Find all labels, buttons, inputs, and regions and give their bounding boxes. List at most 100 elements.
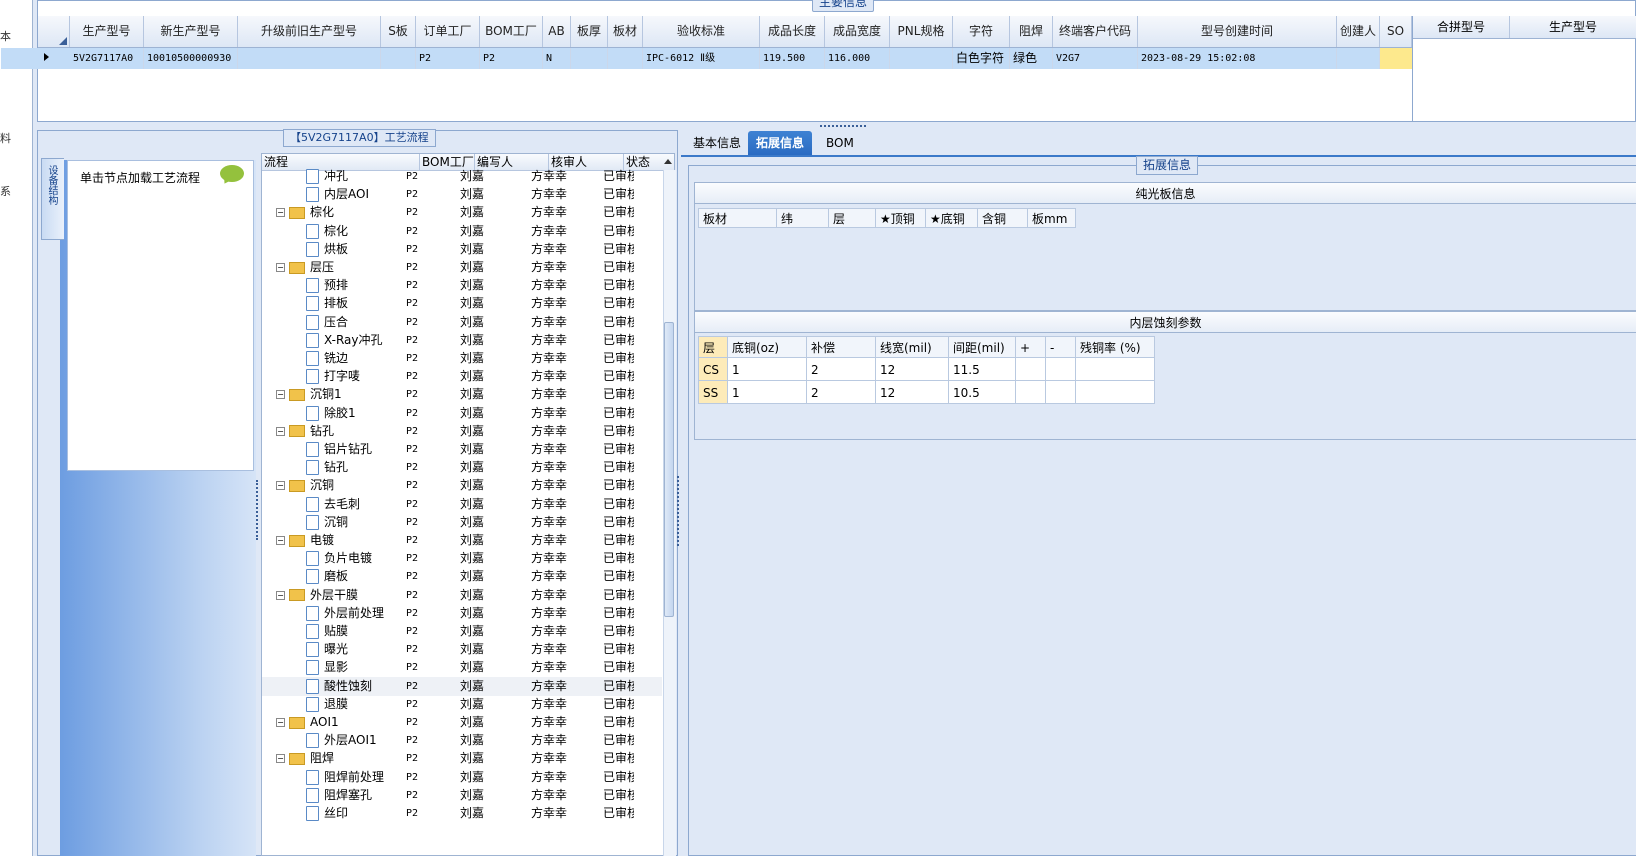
tree-process-cell[interactable]: 曝光 <box>306 640 348 659</box>
tree-folder-row[interactable]: − AOI1 P2 刘嘉 方幸幸 已审核 <box>262 713 662 732</box>
tree-node-row[interactable]: 阻焊前处理 P2 刘嘉 方幸幸 已审核 <box>262 768 662 787</box>
tree-process-cell[interactable]: 外层前处理 <box>306 604 384 623</box>
tree-node-row[interactable]: 显影 P2 刘嘉 方幸幸 已审核 <box>262 658 662 677</box>
tree-node-row[interactable]: 铝片钻孔 P2 刘嘉 方幸幸 已审核 <box>262 440 662 459</box>
tree-folder-row[interactable]: − 阻焊 P2 刘嘉 方幸幸 已审核 <box>262 749 662 768</box>
cell-order-factory[interactable]: P2 <box>416 48 480 69</box>
col-finished-width[interactable]: 成品宽度 <box>825 16 890 47</box>
tree-process-cell[interactable]: − 阻焊 <box>276 749 334 768</box>
tree-folder-row[interactable]: − 外层干膜 P2 刘嘉 方幸幸 已审核 <box>262 586 662 605</box>
tree-node-row[interactable]: 磨板 P2 刘嘉 方幸幸 已审核 <box>262 567 662 586</box>
tree-node-row[interactable]: 冲孔 P2 刘嘉 方幸幸 已审核 <box>262 167 662 186</box>
etch-cell[interactable]: 12 <box>875 357 949 381</box>
cell-new-production-model[interactable]: 10010500000930 <box>144 48 238 69</box>
col-thickness[interactable]: 板厚 <box>571 16 608 47</box>
tree-node-row[interactable]: 退膜 P2 刘嘉 方幸幸 已审核 <box>262 695 662 714</box>
bare-board-col[interactable]: 含铜 <box>977 208 1028 228</box>
collapse-icon[interactable]: − <box>276 390 285 400</box>
col-production-model[interactable]: 生产型号 <box>70 16 144 47</box>
tree-node-row[interactable]: 去毛刺 P2 刘嘉 方幸幸 已审核 <box>262 495 662 514</box>
left-strip-char-3[interactable]: 系 <box>0 183 11 199</box>
etch-col[interactable]: 底铜(oz) <box>727 336 807 358</box>
tree-process-cell[interactable]: 预排 <box>306 276 348 295</box>
etch-cell[interactable]: CS <box>698 357 728 381</box>
col-bom-factory[interactable]: BOM工厂 <box>480 16 543 47</box>
tab-extended-info[interactable]: 拓展信息 <box>748 131 813 155</box>
tree-process-cell[interactable]: 除胶1 <box>306 404 356 423</box>
tree-process-cell[interactable]: 阻焊前处理 <box>306 768 384 787</box>
collapse-icon[interactable]: − <box>276 536 285 545</box>
cell-finished-length[interactable]: 119.500 <box>760 48 825 69</box>
tree-node-row[interactable]: 负片电镀 P2 刘嘉 方幸幸 已审核 <box>262 549 662 568</box>
collapse-icon[interactable]: − <box>276 208 285 218</box>
cell-bom-factory[interactable]: P2 <box>480 48 543 69</box>
etch-col[interactable]: 间距(mil) <box>948 336 1016 358</box>
etch-cell[interactable]: 2 <box>806 357 876 381</box>
etch-cell[interactable] <box>1015 357 1046 381</box>
tree-node-row[interactable]: 外层前处理 P2 刘嘉 方幸幸 已审核 <box>262 604 662 623</box>
cell-pnl-spec[interactable] <box>890 48 953 69</box>
etch-cell[interactable] <box>1075 380 1155 404</box>
cell-s-board[interactable] <box>381 48 416 69</box>
tree-node-row[interactable]: 排板 P2 刘嘉 方幸幸 已审核 <box>262 294 662 313</box>
tree-node-row[interactable]: 预排 P2 刘嘉 方幸幸 已审核 <box>262 276 662 295</box>
tree-process-cell[interactable]: 内层AOI <box>306 185 369 204</box>
cell-material[interactable] <box>608 48 643 69</box>
tree-process-cell[interactable]: 棕化 <box>306 222 348 241</box>
tree-process-cell[interactable]: 烘板 <box>306 240 348 259</box>
col-creator[interactable]: 创建人 <box>1337 16 1380 47</box>
tree-process-cell[interactable]: − 棕化 <box>276 203 334 222</box>
col-solder-mask[interactable]: 阻焊 <box>1010 16 1053 47</box>
tree-process-cell[interactable]: 贴膜 <box>306 622 348 641</box>
left-strip-char-1[interactable]: 本 <box>0 28 11 44</box>
tree-folder-row[interactable]: − 沉铜1 P2 刘嘉 方幸幸 已审核 <box>262 385 662 404</box>
col-new-production-model[interactable]: 新生产型号 <box>144 16 238 47</box>
collapse-icon[interactable]: − <box>276 481 285 491</box>
grid-corner[interactable] <box>38 16 70 47</box>
tree-node-row[interactable]: 曝光 P2 刘嘉 方幸幸 已审核 <box>262 640 662 659</box>
etch-cell[interactable]: 10.5 <box>948 380 1016 404</box>
merge-col-merged-model[interactable]: 合拼型号 <box>1413 16 1510 38</box>
tree-process-cell[interactable]: 显影 <box>306 658 348 677</box>
tree-node-row[interactable]: 贴膜 P2 刘嘉 方幸幸 已审核 <box>262 622 662 641</box>
etch-col[interactable]: 层 <box>698 336 728 358</box>
etch-cell[interactable]: 2 <box>806 380 876 404</box>
etch-cell[interactable]: 12 <box>875 380 949 404</box>
tree-process-cell[interactable]: − 外层干膜 <box>276 586 358 605</box>
tree-node-row[interactable]: 内层AOI P2 刘嘉 方幸幸 已审核 <box>262 185 662 204</box>
tree-node-row[interactable]: 钻孔 P2 刘嘉 方幸幸 已审核 <box>262 458 662 477</box>
tree-scroll-thumb[interactable] <box>664 322 674 617</box>
col-pnl-spec[interactable]: PNL规格 <box>890 16 953 47</box>
tree-node-row[interactable]: 棕化 P2 刘嘉 方幸幸 已审核 <box>262 222 662 241</box>
etch-cell[interactable] <box>1015 380 1046 404</box>
etch-col[interactable]: 残铜率 (%) <box>1075 336 1155 358</box>
etch-cell[interactable]: 11.5 <box>948 357 1016 381</box>
col-old-production-model[interactable]: 升级前旧生产型号 <box>238 16 381 47</box>
collapse-icon[interactable]: − <box>276 590 285 600</box>
tree-node-row[interactable]: X-Ray冲孔 P2 刘嘉 方幸幸 已审核 <box>262 331 662 350</box>
tree-process-cell[interactable]: 冲孔 <box>306 167 348 186</box>
tree-folder-row[interactable]: − 电镀 P2 刘嘉 方幸幸 已审核 <box>262 531 662 550</box>
collapse-icon[interactable]: − <box>276 718 285 727</box>
etch-cell[interactable]: 1 <box>727 380 807 404</box>
tree-node-row[interactable]: 烘板 P2 刘嘉 方幸幸 已审核 <box>262 240 662 259</box>
tree-folder-row[interactable]: − 钻孔 P2 刘嘉 方幸幸 已审核 <box>262 422 662 441</box>
etch-cell[interactable] <box>1075 357 1155 381</box>
cell-acceptance-standard[interactable]: IPC-6012 Ⅱ级 <box>643 48 760 69</box>
col-s-board[interactable]: S板 <box>381 16 416 47</box>
etch-cell[interactable]: 1 <box>727 357 807 381</box>
collapse-icon[interactable]: − <box>276 426 285 436</box>
tree-folder-row[interactable]: − 沉铜 P2 刘嘉 方幸幸 已审核 <box>262 476 662 495</box>
cell-old-production-model[interactable] <box>238 48 381 69</box>
tree-process-cell[interactable]: 磨板 <box>306 567 348 586</box>
tree-process-cell[interactable]: − 钻孔 <box>276 422 334 441</box>
tree-process-cell[interactable]: 钻孔 <box>306 458 348 477</box>
col-silkscreen[interactable]: 字符 <box>953 16 1010 47</box>
merge-col-production-model[interactable]: 生产型号 <box>1510 16 1636 38</box>
col-order-factory[interactable]: 订单工厂 <box>416 16 480 47</box>
tree-process-cell[interactable]: X-Ray冲孔 <box>306 331 382 350</box>
cell-ab-board[interactable]: N <box>543 48 571 69</box>
tree-node-row[interactable]: 铣边 P2 刘嘉 方幸幸 已审核 <box>262 349 662 368</box>
tree-process-cell[interactable]: 去毛刺 <box>306 495 360 514</box>
etch-cell[interactable] <box>1045 357 1076 381</box>
